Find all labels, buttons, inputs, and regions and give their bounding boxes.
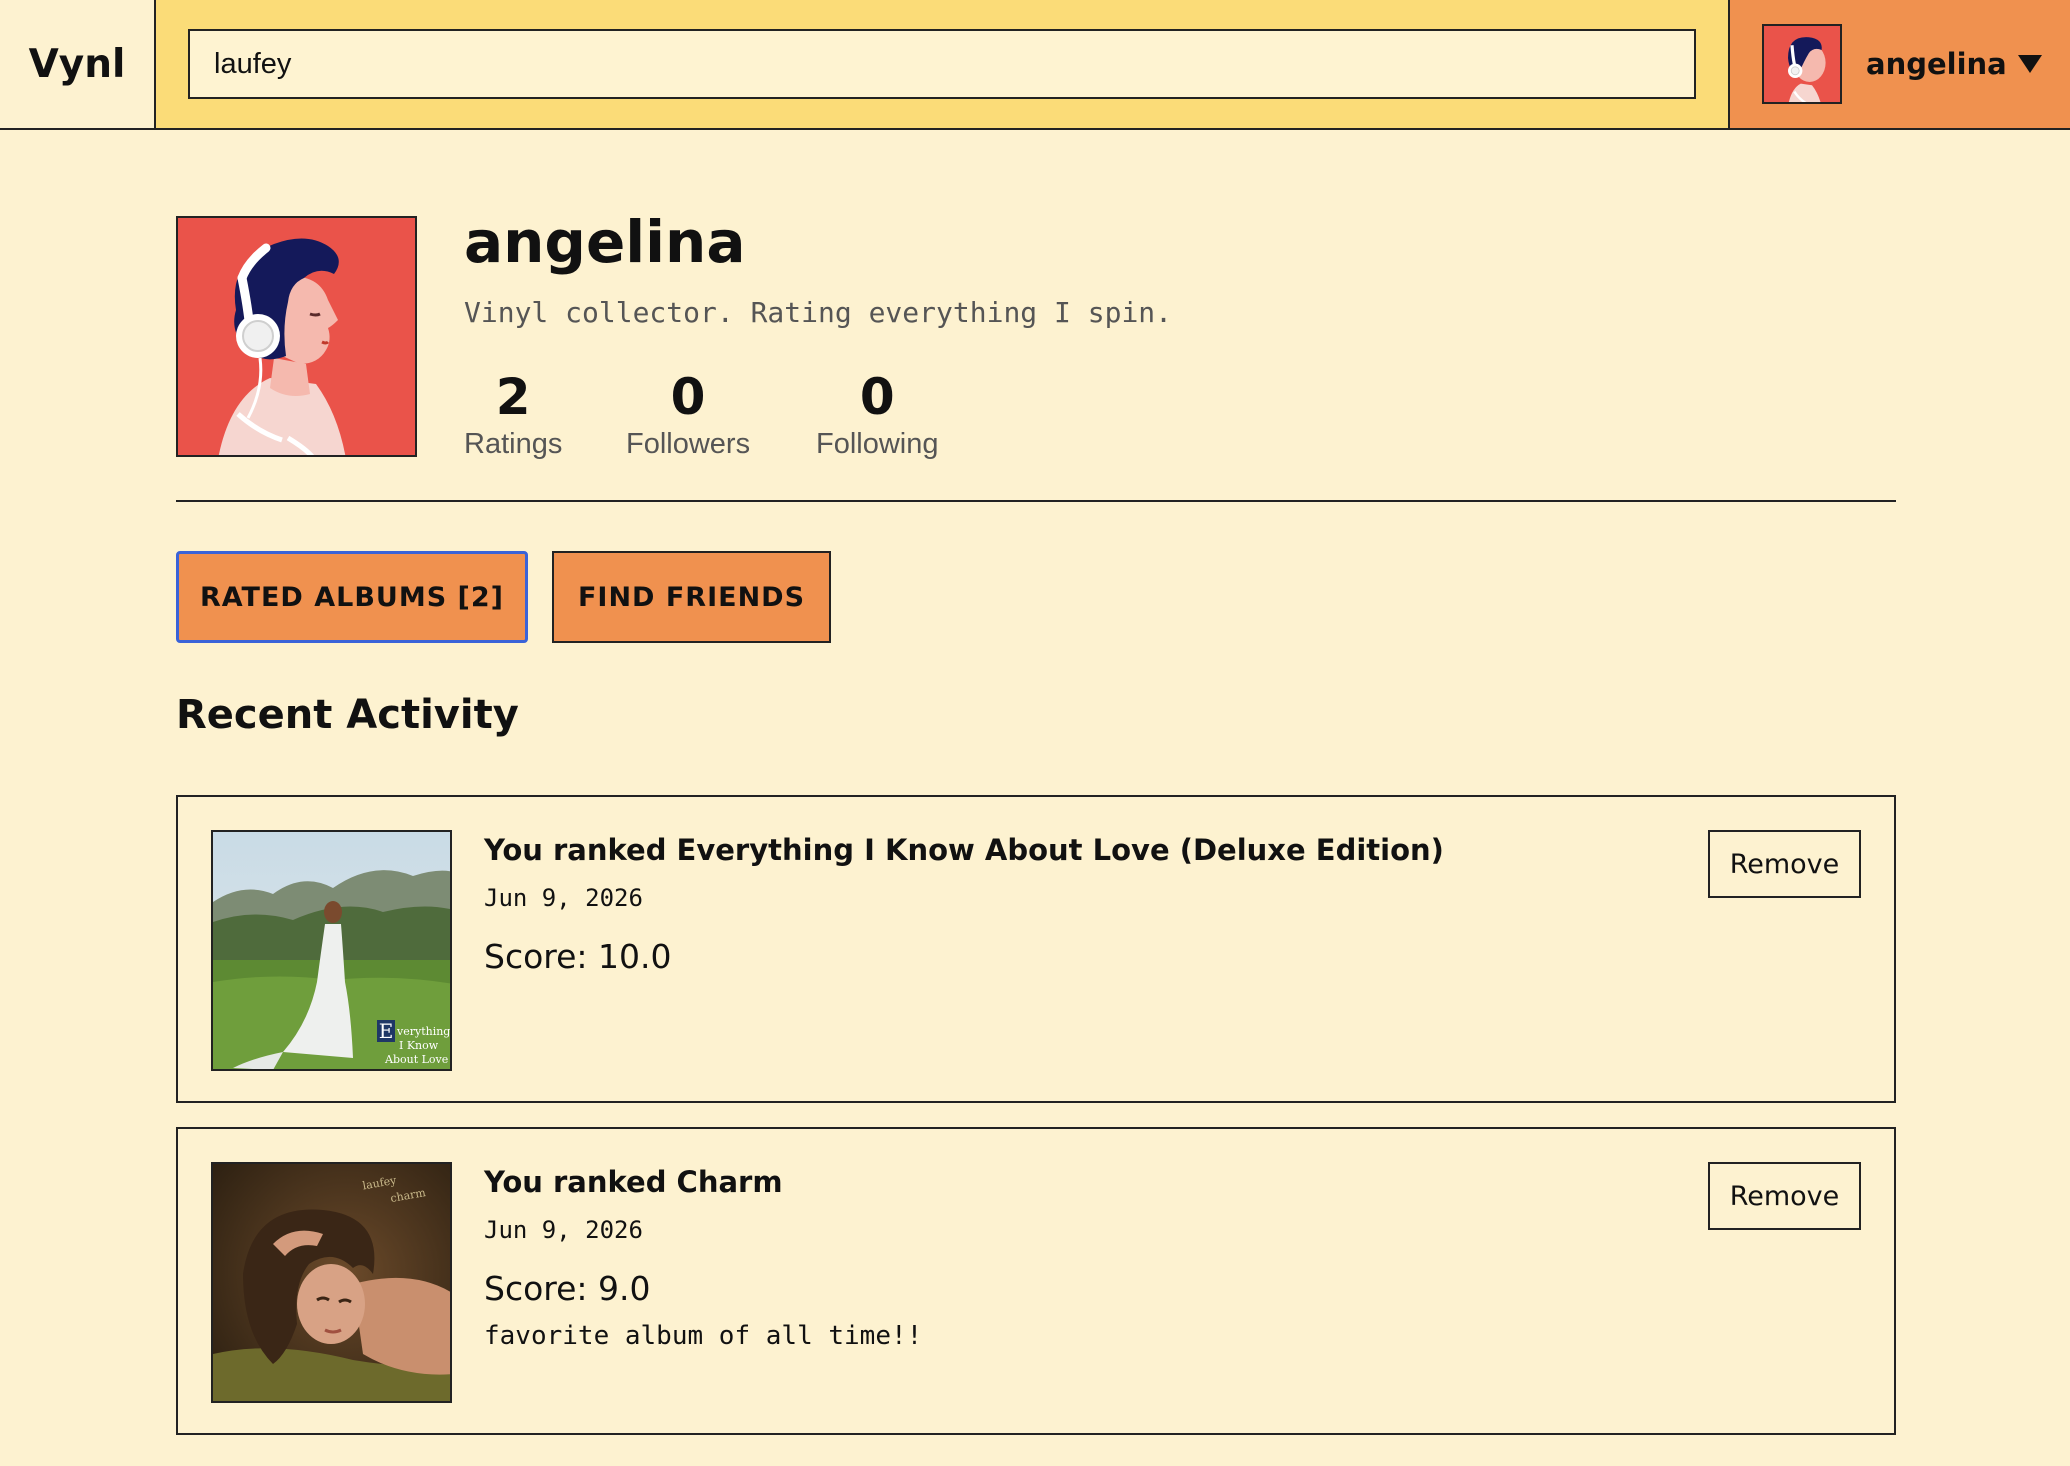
profile-divider: [176, 500, 1896, 502]
remove-button[interactable]: Remove: [1708, 1162, 1861, 1230]
profile-bio: Vinyl collector. Rating everything I spi…: [464, 296, 1173, 329]
caret-down-icon[interactable]: [2018, 55, 2042, 73]
user-menu[interactable]: angelina: [1730, 0, 2070, 128]
section-title-recent-activity: Recent Activity: [176, 692, 519, 738]
find-friends-button[interactable]: FIND FRIENDS: [552, 551, 831, 643]
stat-ratings[interactable]: 2 Ratings: [464, 368, 562, 461]
activity-title: You ranked Everything I Know About Love …: [484, 833, 1444, 867]
activity-comment: favorite album of all time!!: [484, 1321, 923, 1351]
stat-value: 2: [495, 368, 531, 426]
activity-card: laufey charm You ranked Charm Jun 9, 202…: [176, 1127, 1896, 1435]
search-bar: [156, 0, 1730, 128]
stat-following[interactable]: 0 Following: [816, 368, 939, 461]
activity-title: You ranked Charm: [484, 1165, 783, 1199]
brand-logo[interactable]: Vynl: [0, 0, 156, 128]
svg-text:I Know: I Know: [399, 1039, 439, 1052]
search-input[interactable]: [188, 29, 1696, 99]
stat-label: Following: [816, 428, 939, 460]
user-avatar: [1762, 24, 1842, 104]
album-cover[interactable]: E verything I Know About Love: [211, 830, 452, 1071]
rated-albums-button[interactable]: RATED ALBUMS [2]: [176, 551, 528, 643]
stat-value: 0: [670, 368, 706, 426]
remove-button[interactable]: Remove: [1708, 830, 1861, 898]
activity-date: Jun 9, 2026: [484, 884, 643, 912]
activity-score: Score: 9.0: [484, 1269, 651, 1308]
stat-label: Ratings: [464, 428, 563, 460]
activity-date: Jun 9, 2026: [484, 1216, 643, 1244]
activity-card: E verything I Know About Love You ranked…: [176, 795, 1896, 1103]
profile-name: angelina: [464, 208, 746, 276]
album-cover[interactable]: laufey charm: [211, 1162, 452, 1403]
svg-text:verything: verything: [396, 1025, 450, 1038]
profile-avatar: [176, 216, 417, 457]
stat-value: 0: [859, 368, 895, 426]
stat-label: Followers: [626, 428, 751, 460]
stat-followers[interactable]: 0 Followers: [626, 368, 750, 461]
user-name: angelina: [1866, 47, 2007, 81]
svg-text:About Love: About Love: [384, 1053, 448, 1066]
activity-score: Score: 10.0: [484, 937, 672, 976]
top-nav-bar: Vynl angelina: [0, 0, 2070, 130]
svg-text:E: E: [379, 1019, 394, 1043]
